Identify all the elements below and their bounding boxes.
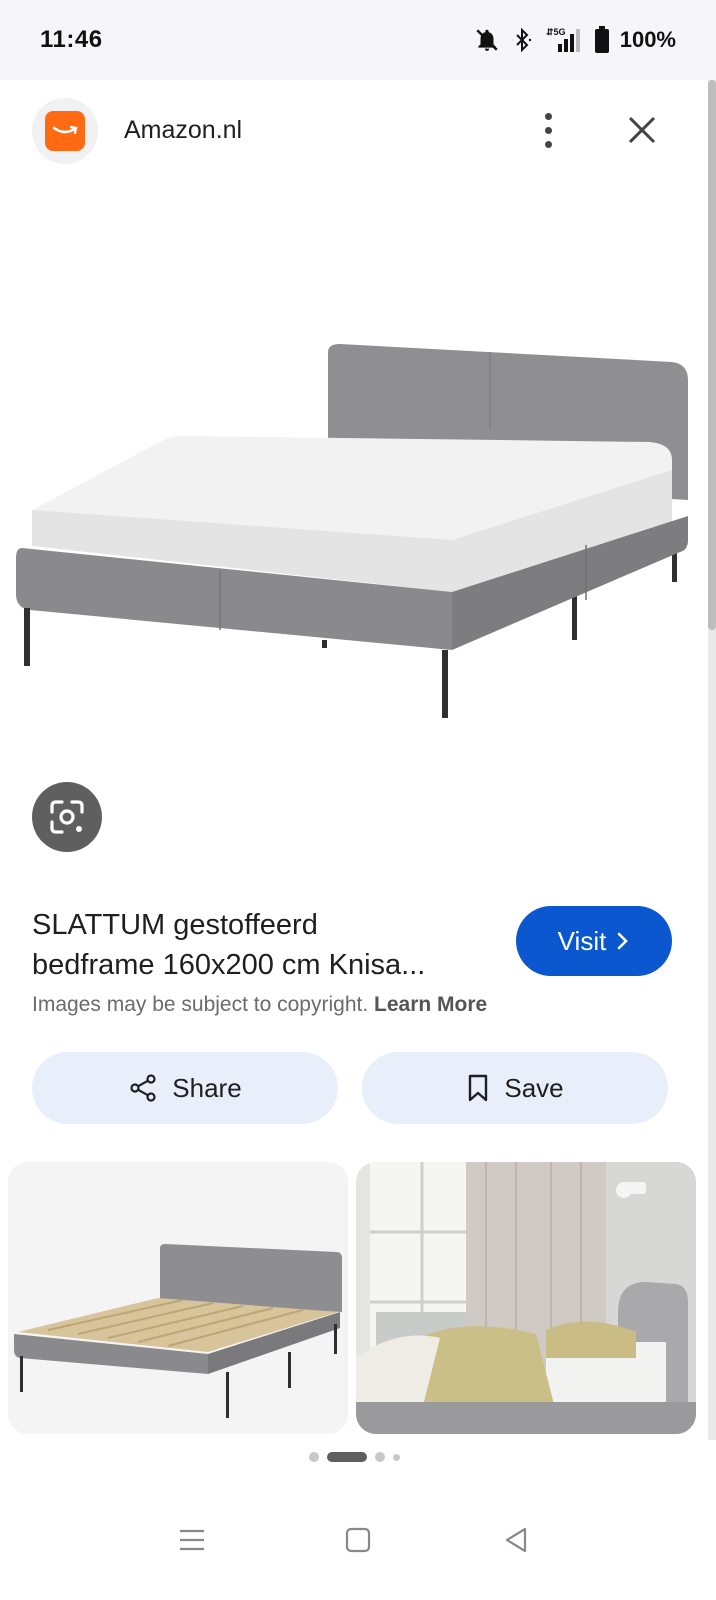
home-icon	[345, 1527, 371, 1553]
header: Amazon.nl	[0, 80, 716, 180]
related-image-1[interactable]	[8, 1162, 348, 1434]
share-button[interactable]: Share	[32, 1052, 338, 1124]
chevron-right-icon	[618, 932, 629, 950]
close-icon	[628, 116, 656, 144]
share-label: Share	[172, 1072, 242, 1103]
carousel-pagination	[0, 1450, 708, 1464]
recent-apps-button[interactable]	[162, 1510, 222, 1570]
status-time: 11:46	[40, 26, 103, 53]
more-options-button[interactable]	[528, 108, 568, 152]
google-lens-button[interactable]	[32, 782, 102, 852]
scrollbar[interactable]	[708, 80, 716, 1440]
learn-more-link[interactable]: Learn More	[374, 993, 487, 1016]
more-vert-dot	[544, 126, 552, 134]
scrollbar-thumb[interactable]	[708, 80, 716, 630]
pagination-dot[interactable]	[374, 1452, 385, 1462]
product-title[interactable]: SLATTUM gestoffeerd bedframe 160x200 cm …	[32, 905, 492, 985]
recent-apps-icon	[180, 1529, 204, 1551]
back-button[interactable]	[486, 1510, 546, 1570]
bookmark-icon	[469, 1074, 488, 1102]
visit-button[interactable]: Visit	[516, 906, 672, 976]
status-icons: ⇵5G 100%	[474, 24, 676, 56]
status-bar: 11:46 ⇵5G 100%	[0, 0, 716, 80]
battery-percent: 100%	[619, 27, 676, 52]
pagination-dot-active[interactable]	[326, 1452, 367, 1462]
amazon-logo-icon	[45, 111, 85, 151]
more-vert-dot	[544, 140, 552, 148]
svg-text:⇵5G: ⇵5G	[546, 27, 566, 37]
site-name[interactable]: Amazon.nl	[124, 116, 242, 145]
product-title-line1: SLATTUM gestoffeerd	[32, 909, 318, 941]
save-button[interactable]: Save	[362, 1052, 668, 1124]
more-vert-icon	[544, 112, 552, 120]
bed-frame-slats-image	[8, 1162, 348, 1434]
site-logo[interactable]	[32, 98, 98, 164]
bell-off-icon	[476, 29, 498, 51]
bedroom-scene-image	[356, 1162, 696, 1434]
home-button[interactable]	[328, 1510, 388, 1570]
pagination-dot[interactable]	[308, 1452, 319, 1462]
bluetooth-icon	[516, 27, 531, 53]
share-icon	[130, 1074, 156, 1102]
copyright-text: Images may be subject to copyright.	[32, 993, 369, 1016]
battery-icon	[594, 26, 609, 53]
visit-label: Visit	[557, 925, 607, 956]
system-nav-bar	[0, 1490, 716, 1600]
pagination-dot[interactable]	[392, 1453, 400, 1461]
product-title-line2: bedframe 160x200 cm Knisa...	[32, 949, 426, 981]
close-button[interactable]	[620, 108, 664, 152]
signal-5g-icon: ⇵5G	[546, 27, 580, 52]
save-label: Save	[504, 1072, 564, 1103]
related-image-2[interactable]	[356, 1162, 696, 1434]
product-image[interactable]	[0, 180, 708, 760]
google-lens-icon	[50, 800, 84, 834]
back-icon	[505, 1527, 527, 1553]
copyright-notice: Images may be subject to copyright. Lear…	[32, 993, 487, 1017]
